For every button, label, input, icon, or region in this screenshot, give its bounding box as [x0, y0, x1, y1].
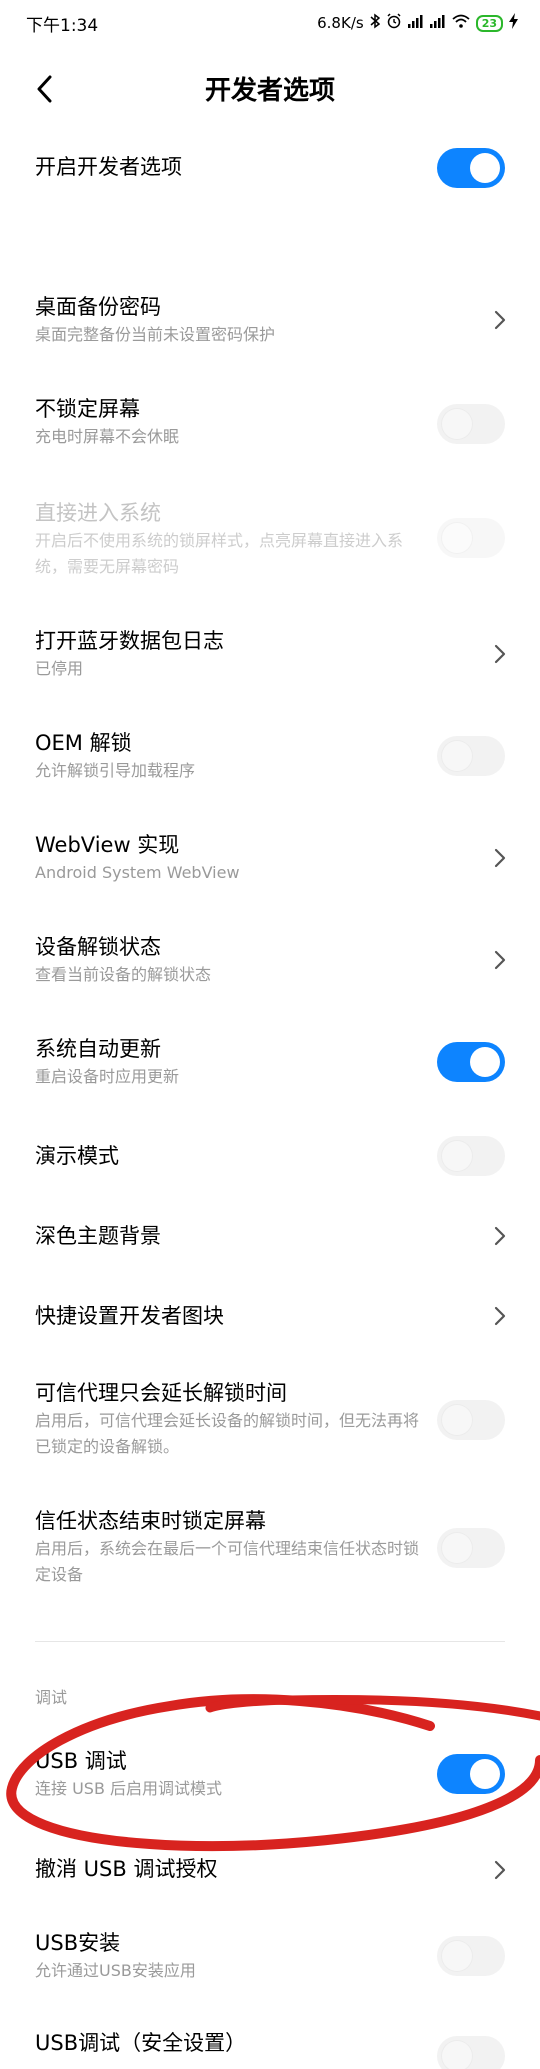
- row-title: 快捷设置开发者图块: [35, 1304, 224, 1328]
- toggle-usb-debugging[interactable]: [437, 1754, 505, 1794]
- status-time: 下午1:34: [26, 15, 99, 36]
- row-title: 信任状态结束时锁定屏幕: [35, 1509, 266, 1533]
- status-icons: 6.8K/s 23: [317, 13, 518, 33]
- signal-icon: [429, 14, 446, 32]
- toggle-oem-unlock[interactable]: [437, 736, 505, 776]
- row-automatic-system-updates[interactable]: 系统自动更新 重启设备时应用更新: [0, 1032, 540, 1108]
- header: 开发者选项: [0, 46, 540, 132]
- battery-indicator: 23: [475, 14, 503, 32]
- toggle-lock-screen-when-trust-lost[interactable]: [437, 1528, 505, 1568]
- section-label-debugging: 调试: [35, 1688, 68, 1707]
- row-subtitle: 查看当前设备的解锁状态: [35, 965, 212, 984]
- signal-icon: [407, 14, 424, 32]
- chevron-right-icon: [490, 1302, 510, 1330]
- row-quick-settings-tiles[interactable]: 快捷设置开发者图块: [0, 1288, 540, 1344]
- row-stay-awake[interactable]: 不锁定屏幕 充电时屏幕不会休眠: [0, 386, 540, 462]
- row-trust-agents-extend-unlock[interactable]: 可信代理只会延长解锁时间 启用后，可信代理会延长设备的解锁时间，但无法再将已锁定…: [0, 1376, 540, 1476]
- network-speed: 6.8K/s: [317, 14, 364, 32]
- row-demo-mode[interactable]: 演示模式: [0, 1128, 540, 1184]
- row-desktop-backup-password[interactable]: 桌面备份密码 桌面完整备份当前未设置密码保护: [0, 282, 540, 358]
- chevron-right-icon: [490, 306, 510, 334]
- toggle-stay-awake[interactable]: [437, 404, 505, 444]
- alarm-icon: [386, 13, 402, 33]
- row-webview-implementation[interactable]: WebView 实现 Android System WebView: [0, 826, 540, 902]
- row-title: WebView 实现: [35, 833, 180, 857]
- row-oem-unlock[interactable]: OEM 解锁 允许解锁引导加载程序: [0, 724, 540, 800]
- row-subtitle: 允许通过USB安装应用: [35, 1961, 196, 1980]
- row-subtitle: 已停用: [35, 659, 84, 678]
- row-device-unlock-status[interactable]: 设备解锁状态 查看当前设备的解锁状态: [0, 930, 540, 1006]
- row-install-via-usb[interactable]: USB安装 允许通过USB安装应用: [0, 1926, 540, 2002]
- toggle-trust-agents-extend-unlock[interactable]: [437, 1400, 505, 1440]
- row-subtitle: Android System WebView: [35, 863, 240, 882]
- row-title: 开启开发者选项: [35, 155, 182, 179]
- row-subtitle: 启用后，系统会在最后一个可信代理结束信任状态时锁定设备: [35, 1539, 420, 1584]
- row-subtitle: 开启后不使用系统的锁屏样式，点亮屏幕直接进入系统，需要无屏幕密码: [35, 531, 404, 576]
- row-title: 系统自动更新: [35, 1037, 161, 1061]
- chevron-right-icon: [490, 640, 510, 668]
- toggle-install-via-usb[interactable]: [437, 1936, 505, 1976]
- row-subtitle: 桌面完整备份当前未设置密码保护: [35, 325, 276, 344]
- toggle-enable-developer-options[interactable]: [437, 148, 505, 188]
- row-dark-theme[interactable]: 深色主题背景: [0, 1208, 540, 1264]
- row-subtitle: 重启设备时应用更新: [35, 1067, 180, 1086]
- page-title: 开发者选项: [204, 76, 335, 106]
- row-title: 桌面备份密码: [35, 295, 161, 319]
- row-title: 撤消 USB 调试授权: [35, 1857, 218, 1881]
- toggle-usb-debugging-security[interactable]: [437, 2036, 505, 2069]
- row-title: 打开蓝牙数据包日志: [35, 629, 224, 653]
- row-bluetooth-hci-log[interactable]: 打开蓝牙数据包日志 已停用: [0, 620, 540, 696]
- row-usb-debugging[interactable]: USB 调试 连接 USB 后启用调试模式: [0, 1744, 540, 1820]
- row-title: 演示模式: [35, 1144, 119, 1168]
- row-title: 不锁定屏幕: [35, 397, 140, 421]
- row-title: USB 调试: [35, 1749, 127, 1773]
- row-enable-developer-options[interactable]: 开启开发者选项: [0, 132, 540, 204]
- row-direct-enter-system: 直接进入系统 开启后不使用系统的锁屏样式，点亮屏幕直接进入系统，需要无屏幕密码: [0, 490, 540, 590]
- wifi-icon: [452, 14, 470, 32]
- toggle-direct-enter-system: [437, 518, 505, 558]
- chevron-right-icon: [490, 1222, 510, 1250]
- row-title: 设备解锁状态: [35, 935, 161, 959]
- row-usb-debugging-security[interactable]: USB调试（安全设置）: [0, 2024, 540, 2069]
- row-subtitle: 连接 USB 后启用调试模式: [35, 1779, 223, 1798]
- row-title: 深色主题背景: [35, 1224, 161, 1248]
- bluetooth-icon: [370, 13, 380, 33]
- chevron-right-icon: [490, 844, 510, 872]
- row-title: USB调试（安全设置）: [35, 2031, 247, 2055]
- section-divider: [35, 1641, 505, 1642]
- charging-icon: [509, 13, 518, 33]
- status-bar: 下午1:34 6.8K/s 23: [0, 0, 540, 46]
- row-title: 可信代理只会延长解锁时间: [35, 1381, 287, 1405]
- row-title: 直接进入系统: [35, 501, 161, 525]
- chevron-right-icon: [490, 946, 510, 974]
- row-subtitle: 允许解锁引导加载程序: [35, 761, 196, 780]
- row-subtitle: 充电时屏幕不会休眠: [35, 427, 180, 446]
- row-title: USB安装: [35, 1931, 121, 1955]
- row-subtitle: 启用后，可信代理会延长设备的解锁时间，但无法再将已锁定的设备解锁。: [35, 1411, 420, 1456]
- chevron-right-icon: [490, 1856, 510, 1884]
- row-title: OEM 解锁: [35, 731, 132, 755]
- row-revoke-usb-debugging[interactable]: 撤消 USB 调试授权: [0, 1846, 540, 1902]
- row-lock-screen-when-trust-lost[interactable]: 信任状态结束时锁定屏幕 启用后，系统会在最后一个可信代理结束信任状态时锁定设备: [0, 1504, 540, 1604]
- toggle-demo-mode[interactable]: [437, 1136, 505, 1176]
- toggle-automatic-system-updates[interactable]: [437, 1042, 505, 1082]
